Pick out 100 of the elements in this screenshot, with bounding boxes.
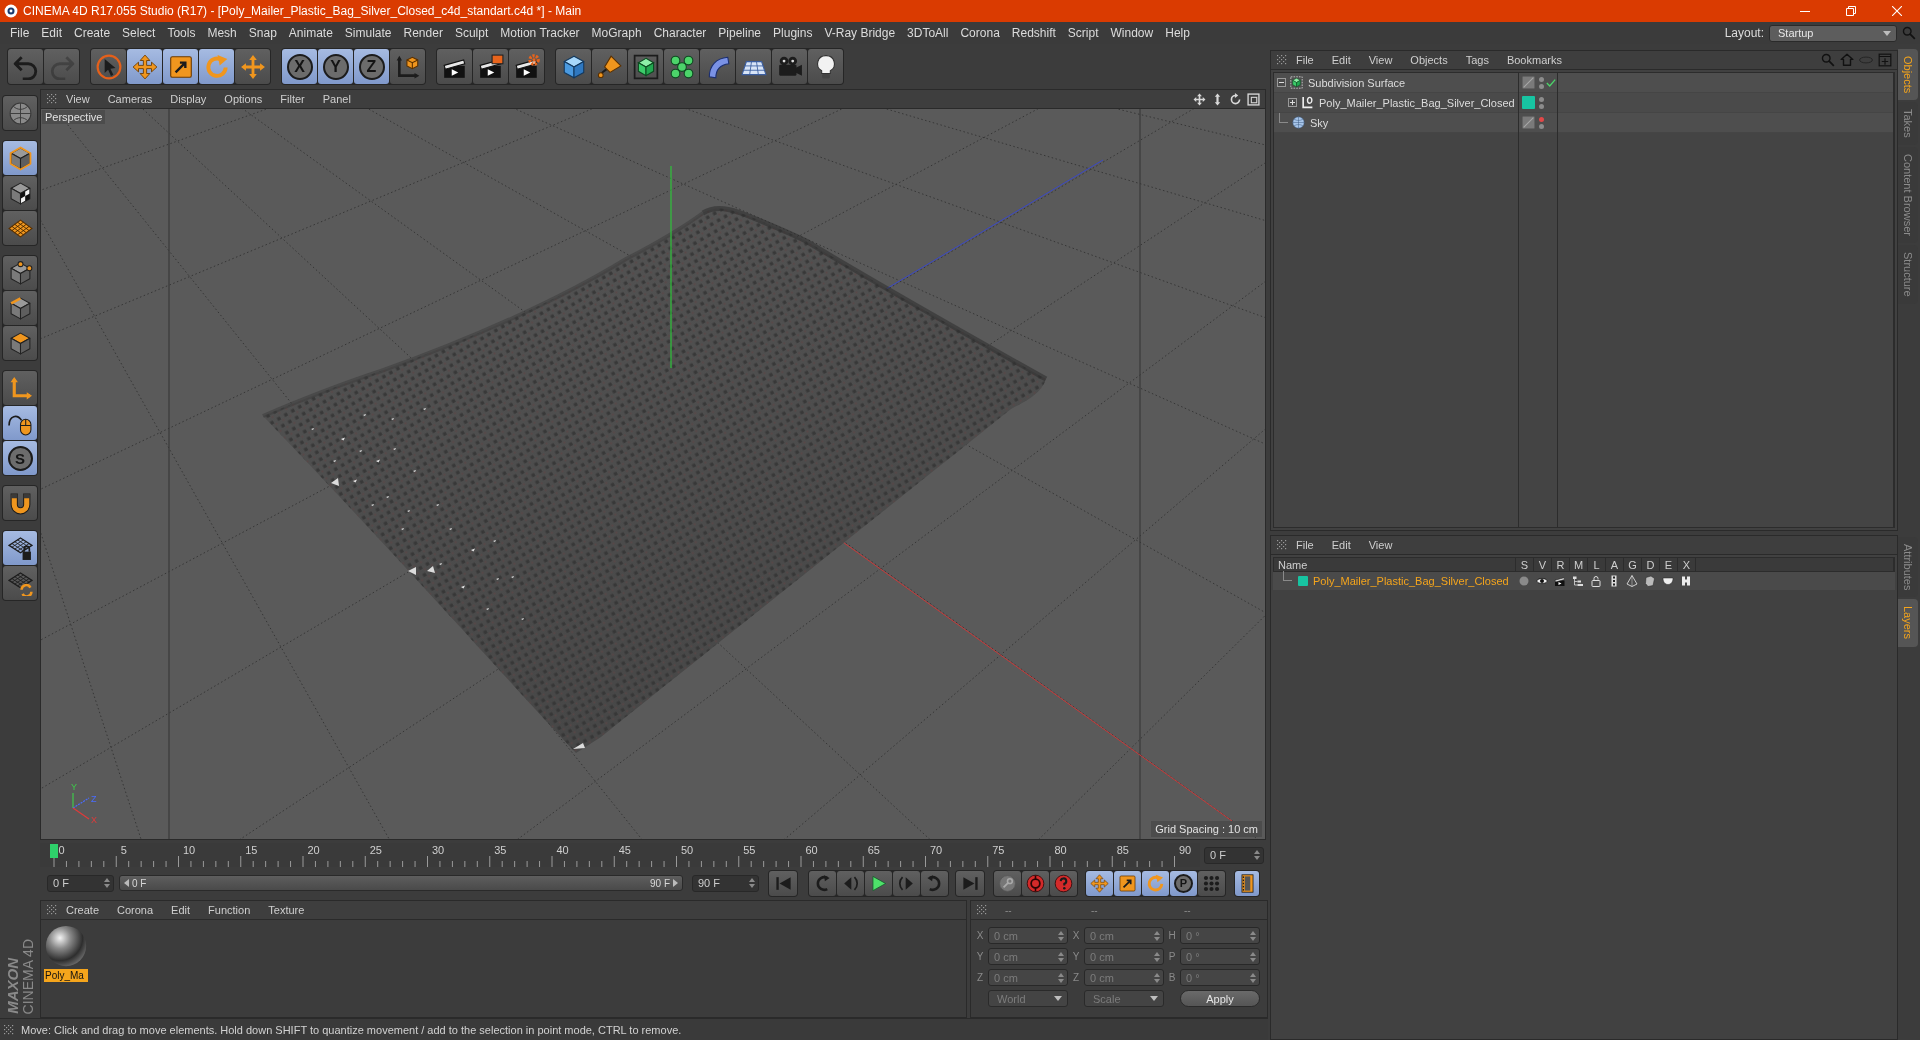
viewport-menu-item[interactable]: Options bbox=[215, 90, 272, 108]
layer-menu-item[interactable]: File bbox=[1287, 536, 1323, 554]
menu-item[interactable]: Corona bbox=[954, 23, 1006, 43]
side-tab[interactable]: Objects bbox=[1898, 49, 1918, 101]
menu-item[interactable]: Plugins bbox=[767, 23, 819, 43]
go-to-start-button[interactable] bbox=[769, 870, 797, 896]
scale-key-button[interactable] bbox=[1114, 870, 1141, 896]
checkmark-icon[interactable] bbox=[1546, 77, 1556, 88]
menu-item[interactable]: Script bbox=[1061, 23, 1105, 43]
subdivision-button[interactable] bbox=[628, 49, 663, 84]
eye-icon[interactable] bbox=[1536, 575, 1548, 587]
side-tab[interactable]: Layers bbox=[1898, 599, 1918, 647]
clapperboard-icon[interactable] bbox=[1554, 575, 1566, 587]
select-tool-button[interactable] bbox=[91, 49, 126, 84]
menu-item[interactable]: Character bbox=[647, 23, 713, 43]
editor-visibility-dot[interactable] bbox=[1539, 76, 1544, 82]
menu-item[interactable]: Motion Tracker bbox=[494, 23, 586, 43]
column-header[interactable]: Name bbox=[1274, 558, 1516, 571]
axis-lock-button[interactable]: X bbox=[282, 49, 317, 84]
cube-object-button[interactable] bbox=[556, 49, 591, 84]
layer-color-swatch[interactable] bbox=[1522, 96, 1535, 109]
expand-toggle[interactable] bbox=[1288, 98, 1297, 107]
layer-menu-item[interactable]: Edit bbox=[1322, 536, 1360, 554]
material-name[interactable]: Poly_Ma bbox=[44, 969, 88, 982]
viewport-menu-item[interactable]: Display bbox=[161, 90, 216, 108]
menu-item[interactable]: Tools bbox=[161, 23, 202, 43]
menu-item[interactable]: MoGraph bbox=[585, 23, 648, 43]
layer-menu-item[interactable]: View bbox=[1359, 536, 1402, 554]
collapse-toggle[interactable] bbox=[1277, 78, 1286, 87]
next-key-button[interactable] bbox=[921, 870, 948, 896]
dot-icon[interactable] bbox=[1518, 575, 1530, 587]
undo-button[interactable] bbox=[8, 49, 43, 84]
viewport-menu-item[interactable]: Panel bbox=[313, 90, 360, 108]
material-menu-item[interactable]: Create bbox=[57, 901, 109, 919]
maximize-view-button[interactable] bbox=[1247, 92, 1260, 106]
parameter-key-button[interactable]: P bbox=[1170, 870, 1197, 896]
render-picture-button[interactable] bbox=[473, 49, 508, 84]
editor-visibility-dot[interactable] bbox=[1539, 96, 1544, 102]
preview-range-control[interactable]: 0 F 90 F bbox=[119, 875, 683, 891]
column-header[interactable]: S bbox=[1516, 558, 1534, 571]
move-tool-button[interactable] bbox=[127, 49, 162, 84]
go-to-end-button[interactable] bbox=[956, 870, 984, 896]
viewport-menu-item[interactable]: Filter bbox=[271, 90, 314, 108]
pyramid-icon[interactable] bbox=[1626, 575, 1638, 587]
menu-item[interactable]: 3DToAll bbox=[901, 23, 955, 43]
planar-workplane-button[interactable] bbox=[3, 566, 37, 600]
menu-item[interactable]: Create bbox=[68, 23, 117, 43]
menu-item[interactable]: Help bbox=[1159, 23, 1196, 43]
workplane-mode-button[interactable] bbox=[3, 211, 37, 245]
position-key-button[interactable] bbox=[1086, 870, 1113, 896]
deformer-button[interactable] bbox=[700, 49, 735, 84]
tweak-mode-button[interactable] bbox=[3, 406, 37, 440]
object-menu-item[interactable]: Objects bbox=[1401, 51, 1457, 69]
material-menu-item[interactable]: Corona bbox=[108, 901, 163, 919]
orbit-view-button[interactable] bbox=[1229, 92, 1242, 106]
menu-item[interactable]: Sculpt bbox=[448, 23, 495, 43]
scale-tool-button[interactable] bbox=[163, 49, 198, 84]
material-menu-item[interactable]: Texture bbox=[259, 901, 314, 919]
material-menu-item[interactable]: Edit bbox=[162, 901, 200, 919]
column-header[interactable]: L bbox=[1588, 558, 1606, 571]
render-visibility-dot[interactable] bbox=[1539, 123, 1544, 129]
cloner-button[interactable] bbox=[664, 49, 699, 84]
column-header[interactable]: A bbox=[1606, 558, 1624, 571]
object-menu-item[interactable]: Tags bbox=[1456, 51, 1498, 69]
object-menu-item[interactable]: View bbox=[1359, 51, 1402, 69]
menu-item[interactable]: File bbox=[4, 23, 36, 43]
column-header[interactable]: V bbox=[1534, 558, 1552, 571]
menu-item[interactable]: Simulate bbox=[338, 23, 398, 43]
column-header[interactable]: G bbox=[1624, 558, 1642, 571]
column-header[interactable]: M bbox=[1570, 558, 1588, 571]
viewport-menu-item[interactable]: View bbox=[57, 90, 99, 108]
point-level-button[interactable] bbox=[1198, 870, 1225, 896]
pan-view-button[interactable] bbox=[1193, 92, 1206, 106]
timeline-button[interactable] bbox=[1235, 870, 1259, 896]
view-toggle-button[interactable] bbox=[1859, 56, 1873, 64]
pen-tool-button[interactable] bbox=[592, 49, 627, 84]
solo-button[interactable]: S bbox=[3, 441, 37, 475]
menu-item[interactable]: Edit bbox=[35, 23, 69, 43]
menu-item[interactable]: V-Ray Bridge bbox=[818, 23, 902, 43]
start-frame-field[interactable]: 0 F bbox=[47, 874, 114, 892]
play-button[interactable] bbox=[865, 870, 892, 896]
texture-mode-button[interactable] bbox=[3, 176, 37, 210]
h-shape-icon[interactable] bbox=[1680, 575, 1692, 587]
material-thumbnail[interactable] bbox=[45, 925, 87, 967]
current-frame-field[interactable]: 0 F bbox=[1204, 846, 1264, 864]
end-frame-field[interactable]: 90 F bbox=[692, 874, 759, 892]
menu-item[interactable]: Animate bbox=[282, 23, 339, 43]
recent-tool-button[interactable] bbox=[235, 49, 270, 84]
axis-lock-button[interactable]: Y bbox=[318, 49, 353, 84]
axis-lock-button[interactable]: Z bbox=[354, 49, 389, 84]
menu-item[interactable]: Pipeline bbox=[712, 23, 768, 43]
column-header[interactable]: D bbox=[1642, 558, 1660, 571]
render-visibility-dot[interactable] bbox=[1539, 103, 1544, 109]
render-settings-button[interactable] bbox=[509, 49, 544, 84]
coordinate-system-button[interactable] bbox=[390, 49, 425, 84]
render-visibility-dot[interactable] bbox=[1539, 83, 1544, 89]
object-menu-item[interactable]: File bbox=[1287, 51, 1323, 69]
lock-workplane-button[interactable] bbox=[3, 531, 37, 565]
object-menu-item[interactable]: Edit bbox=[1322, 51, 1360, 69]
polygons-mode-button[interactable] bbox=[3, 326, 37, 360]
